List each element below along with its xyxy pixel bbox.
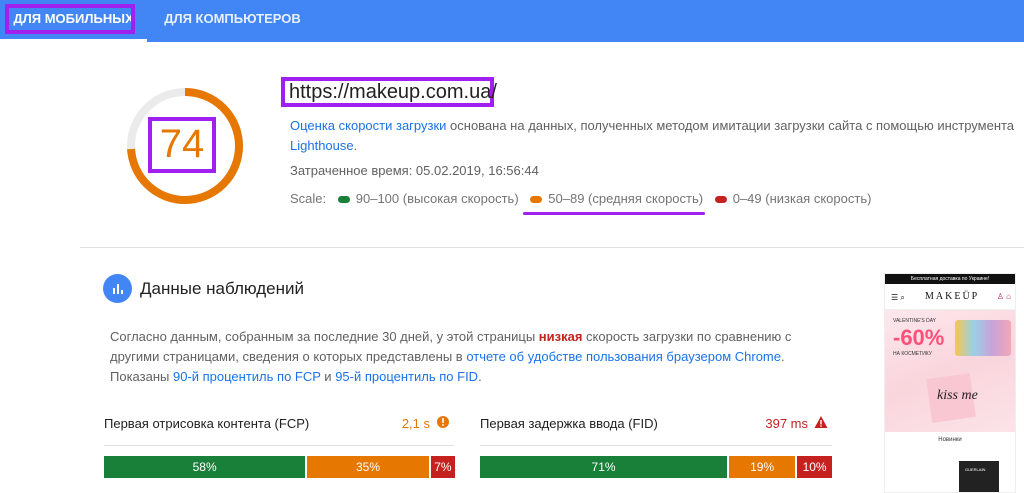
page-screenshot-thumbnail: Бесплатная доставка по Украине! ☰ ⌕ MAKE… [884,273,1016,493]
fcp-distribution-bar: 58% 35% 7% [104,456,456,478]
user-cart-icon: ♙ ⌂ [996,292,1011,301]
scale-label: Scale: [290,191,327,206]
info-icon[interactable] [436,415,450,429]
observed-description: Согласно данным, собранным за последние … [110,327,810,387]
tab-desktop-label: ДЛЯ КОМПЬЮТЕРОВ [164,11,301,26]
obs-text-4: и [320,369,336,384]
chrome-ux-report-link[interactable]: отчете об удобстве пользования браузером… [466,349,781,364]
fid-value: 397 ms [765,416,808,431]
scale-slow: 0–49 (низкая скорость) [732,191,872,206]
obs-text-5: . [478,369,482,384]
tab-desktop[interactable]: ДЛЯ КОМПЬЮТЕРОВ [150,0,315,42]
fid-distribution-bar: 71% 19% 10% [480,456,832,478]
score-description: Оценка скорости загрузки основана на дан… [290,116,1020,156]
phone-banner: VALENTINE'S DAY -60% НА КОСМЕТИКУ kiss m… [885,310,1015,432]
phone-topbar: Бесплатная доставка по Украине! [885,274,1015,284]
highlight-underline [523,212,705,215]
fid-percentile-link[interactable]: 95-й процентиль по FID [335,369,478,384]
fid-average-segment: 19% [729,456,796,478]
performance-score: 74 [159,122,205,166]
scale-average: 50–89 (средняя скорость) [548,191,704,206]
observed-data-title: Данные наблюдений [140,279,305,298]
fcp-value: 2,1 s [401,416,430,431]
elapsed-time: Затраченное время: 05.02.2019, 16:56:44 [290,163,539,178]
active-tab-indicator [0,39,147,42]
top-tab-bar: ДЛЯ МОБИЛЬНЫХ ДЛЯ КОМПЬЮТЕРОВ [0,0,1024,42]
phone-logo: MAKEÜP [925,291,980,302]
obs-text-1: Согласно данным, собранным за последние … [110,329,539,344]
phone-section-title: Новинки [938,437,962,443]
analyzed-url: https://makeup.com.ua/ [289,81,497,103]
fid-slow-segment: 10% [797,456,832,478]
fid-fast-segment: 71% [480,456,728,478]
slow-pill-icon [714,195,727,203]
palette-image [955,320,1011,356]
menu-search-icon: ☰ ⌕ [891,293,905,302]
scale-legend: Scale: 90–100 (высокая скорость) 50–89 (… [290,191,871,206]
metric-fid: Первая задержка ввода (FID) 397 ms [480,412,832,446]
average-pill-icon [530,195,543,203]
banner-card-text: kiss me [937,388,978,403]
desc-end: . [353,138,358,153]
highlight-box [5,4,135,34]
tab-mobile[interactable]: ДЛЯ МОБИЛЬНЫХ [0,0,147,42]
product-label: GUERLAIN [965,467,986,472]
obs-text-bad: низкая [538,329,583,344]
scale-fast: 90–100 (высокая скорость) [355,191,519,206]
desc-text: основана на данных, полученных методом и… [446,118,1015,133]
fcp-percentile-link[interactable]: 90-й процентиль по FCP [173,369,321,384]
fast-pill-icon [337,195,350,203]
fcp-fast-segment: 58% [104,456,306,478]
metric-fcp: Первая отрисовка контента (FCP) 2,1 s [104,412,454,446]
fcp-average-segment: 35% [307,456,429,478]
banner-sale-text: -60% [893,325,945,350]
lighthouse-link[interactable]: Lighthouse [290,138,354,153]
bar-chart-icon [103,274,132,303]
banner-top-text: VALENTINE'S DAY [893,318,937,324]
fcp-slow-segment: 7% [430,456,456,478]
fid-label: Первая задержка ввода (FID) [480,416,658,431]
speed-score-link[interactable]: Оценка скорости загрузки [290,118,446,133]
product-image: GUERLAIN [959,461,999,492]
section-divider [80,247,1024,248]
banner-sub-text: НА КОСМЕТИКУ [893,351,932,357]
warning-icon[interactable] [814,415,828,429]
phone-header: ☰ ⌕ MAKEÜP ♙ ⌂ [885,284,1015,310]
fcp-label: Первая отрисовка контента (FCP) [104,416,310,431]
